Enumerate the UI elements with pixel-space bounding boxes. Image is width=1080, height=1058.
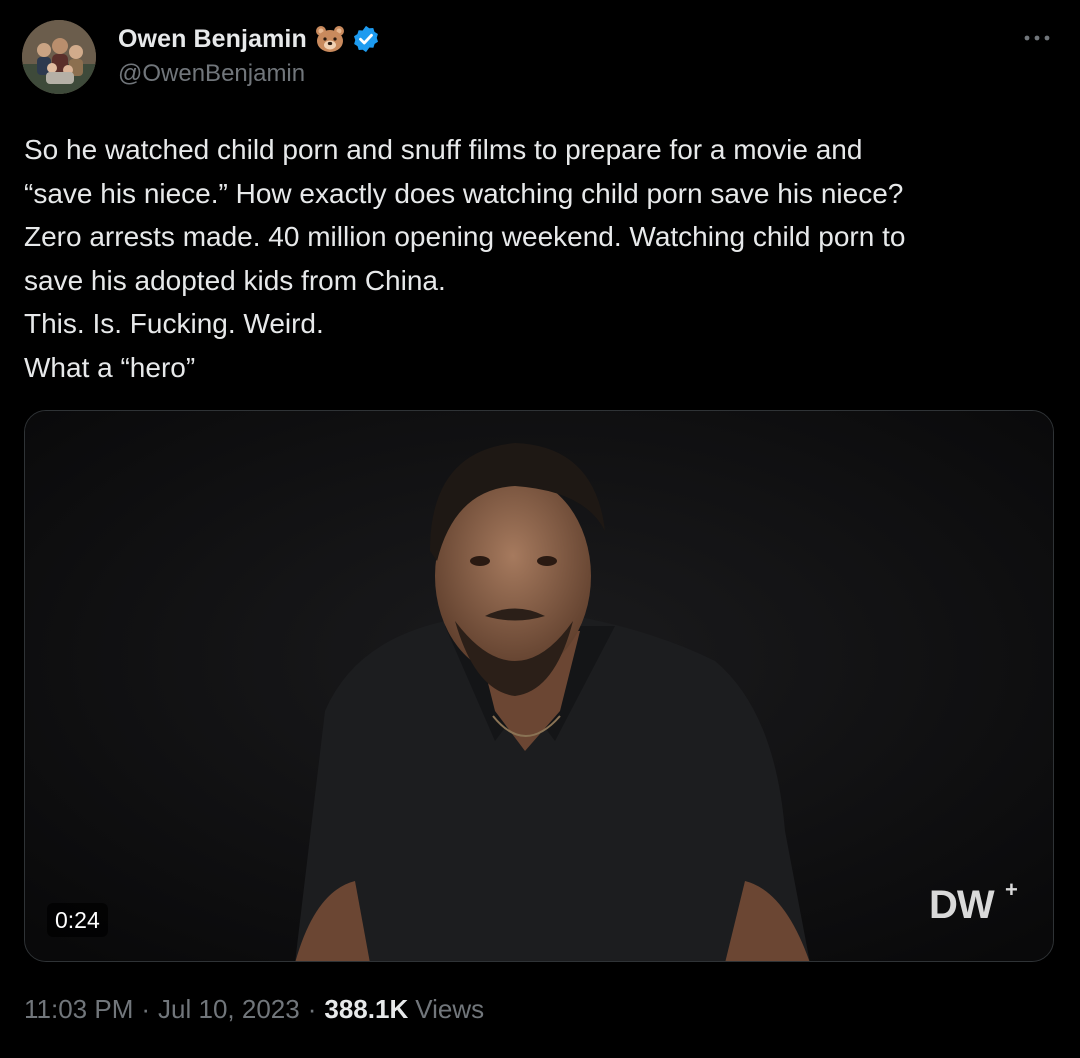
video-thumbnail [25, 411, 1053, 961]
more-options-icon[interactable] [1022, 28, 1052, 48]
tweet-meta: 11:03 PM · Jul 10, 2023 · 388.1K Views [24, 994, 484, 1025]
tweet-time[interactable]: 11:03 PM [24, 994, 133, 1025]
display-name[interactable]: Owen Benjamin [118, 25, 307, 54]
dw-watermark-logo: DW [929, 883, 995, 927]
avatar-photo [22, 20, 96, 94]
author-name-row[interactable]: Owen Benjamin [118, 22, 381, 56]
views-label: Views [415, 994, 485, 1024]
verified-badge-icon[interactable] [351, 24, 381, 54]
meta-separator: · [307, 994, 317, 1024]
tweet-date[interactable]: Jul 10, 2023 [158, 994, 300, 1025]
bear-face-icon [315, 25, 345, 53]
tweet-card: Owen Benjamin @OwenBenjamin So he watche… [0, 0, 1080, 1058]
video-player[interactable]: 0:24 DW + [24, 410, 1054, 962]
dw-watermark-plus: + [1005, 877, 1018, 902]
tweet-text: So he watched child porn and snuff films… [24, 134, 906, 383]
video-duration-badge: 0:24 [47, 903, 108, 937]
author-handle[interactable]: @OwenBenjamin [118, 60, 305, 88]
meta-separator: · [141, 994, 151, 1024]
views-count[interactable]: 388.1K [324, 994, 408, 1025]
avatar[interactable] [22, 20, 96, 94]
